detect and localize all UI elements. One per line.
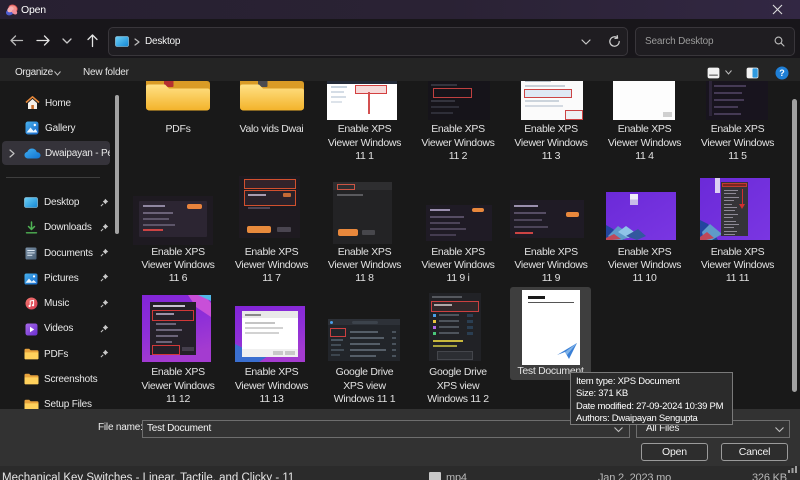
- svg-text:?: ?: [779, 68, 785, 78]
